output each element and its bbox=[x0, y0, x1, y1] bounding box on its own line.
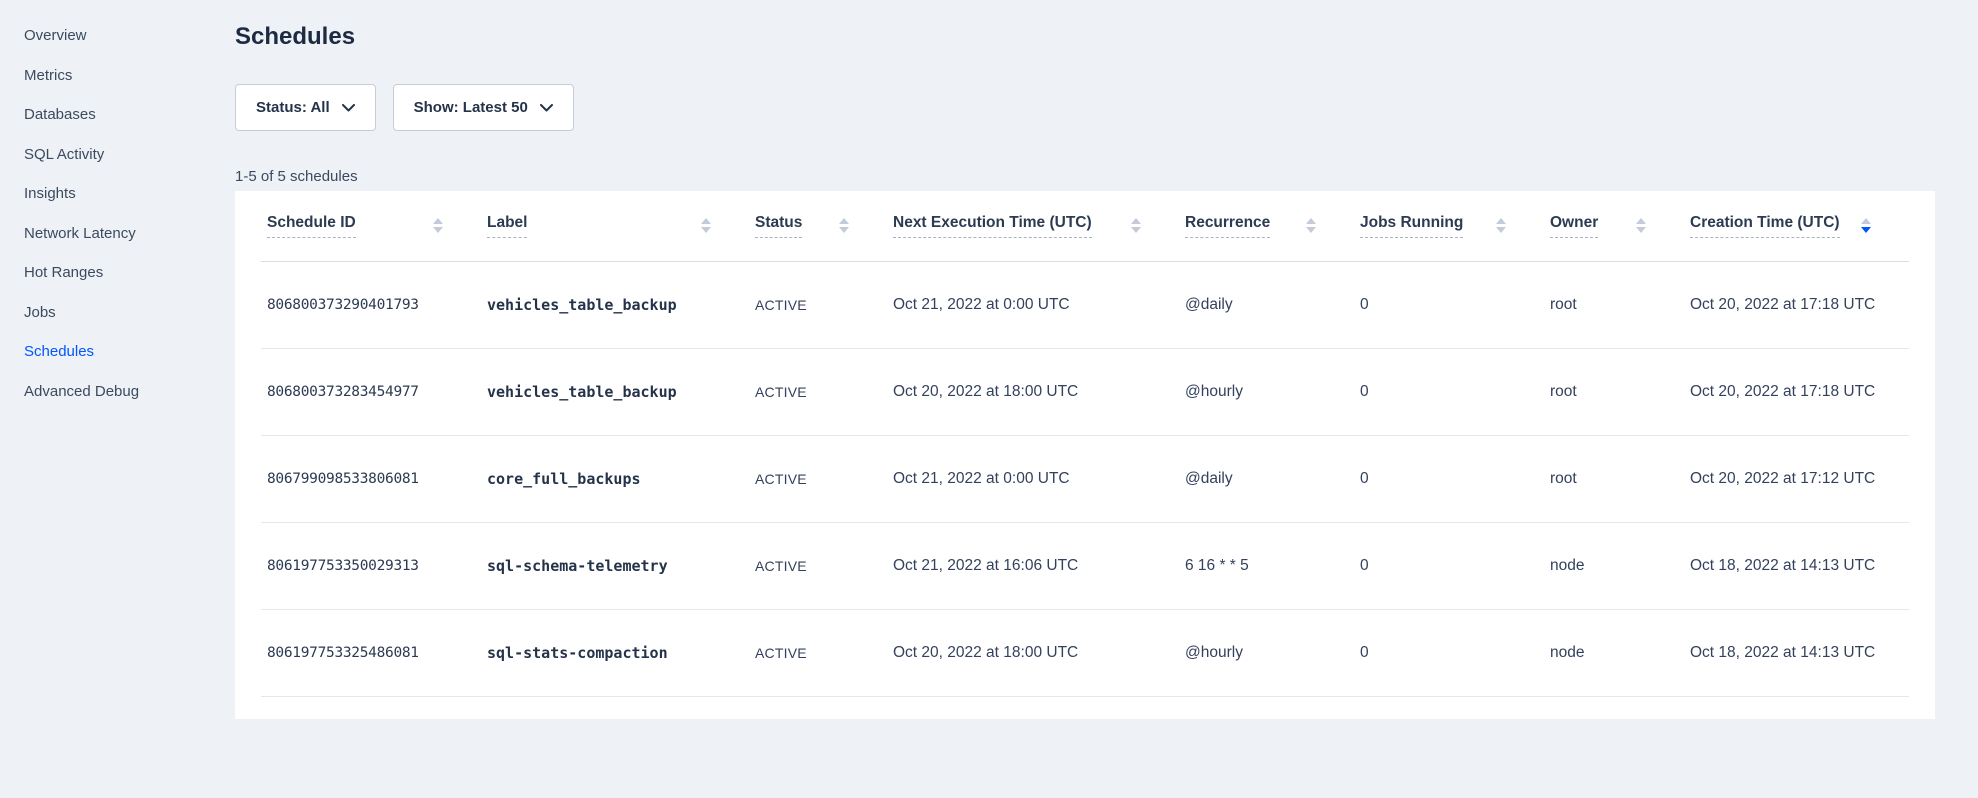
table-row: 806799098533806081core_full_backupsACTIV… bbox=[261, 435, 1909, 522]
cell-jobs_running: 0 bbox=[1354, 522, 1544, 609]
column-label: Owner bbox=[1550, 214, 1598, 238]
column-header-recurrence[interactable]: Recurrence bbox=[1179, 191, 1354, 261]
sort-icon bbox=[1131, 218, 1141, 233]
column-header-owner[interactable]: Owner bbox=[1544, 191, 1684, 261]
cell-jobs_running: 0 bbox=[1354, 348, 1544, 435]
sidebar-item-schedules[interactable]: Schedules bbox=[24, 332, 235, 372]
results-count: 1-5 of 5 schedules bbox=[235, 168, 1935, 185]
sort-icon bbox=[1636, 218, 1646, 233]
table-row: 806197753325486081sql-stats-compactionAC… bbox=[261, 609, 1909, 696]
table-header: Schedule ID Label Status Next Execution Tim… bbox=[261, 191, 1909, 261]
table-body: 806800373290401793vehicles_table_backupA… bbox=[261, 261, 1909, 696]
cell-status: ACTIVE bbox=[749, 261, 887, 348]
sort-icon bbox=[433, 218, 443, 233]
show-filter-dropdown[interactable]: Show: Latest 50 bbox=[393, 84, 574, 131]
sort-icon bbox=[839, 218, 849, 233]
cell-label: sql-schema-telemetry bbox=[481, 522, 749, 609]
cell-label: vehicles_table_backup bbox=[481, 348, 749, 435]
cell-next_execution: Oct 21, 2022 at 0:00 UTC bbox=[887, 261, 1179, 348]
cell-status: ACTIVE bbox=[749, 348, 887, 435]
sidebar-item-overview[interactable]: Overview bbox=[24, 16, 235, 56]
table-row: 806197753350029313sql-schema-telemetryAC… bbox=[261, 522, 1909, 609]
cell-jobs_running: 0 bbox=[1354, 435, 1544, 522]
column-label: Label bbox=[487, 214, 527, 238]
cell-recurrence: @daily bbox=[1179, 261, 1354, 348]
cell-creation_time: Oct 20, 2022 at 17:18 UTC bbox=[1684, 348, 1909, 435]
column-label: Creation Time (UTC) bbox=[1690, 214, 1840, 238]
sort-icon bbox=[1861, 218, 1871, 233]
app-root: OverviewMetricsDatabasesSQL ActivityInsi… bbox=[0, 20, 1978, 719]
cell-status: ACTIVE bbox=[749, 609, 887, 696]
cell-creation_time: Oct 18, 2022 at 14:13 UTC bbox=[1684, 609, 1909, 696]
cell-label: core_full_backups bbox=[481, 435, 749, 522]
column-label: Next Execution Time (UTC) bbox=[893, 214, 1092, 238]
schedules-table: Schedule ID Label Status Next Execution Tim… bbox=[261, 191, 1909, 697]
cell-status: ACTIVE bbox=[749, 522, 887, 609]
cell-next_execution: Oct 21, 2022 at 16:06 UTC bbox=[887, 522, 1179, 609]
table-header-row: Schedule ID Label Status Next Execution Tim… bbox=[261, 191, 1909, 261]
cell-schedule_id: 806800373290401793 bbox=[261, 261, 481, 348]
cell-next_execution: Oct 20, 2022 at 18:00 UTC bbox=[887, 348, 1179, 435]
column-header-label[interactable]: Label bbox=[481, 191, 749, 261]
sort-icon bbox=[701, 218, 711, 233]
filters-bar: Status: All Show: Latest 50 bbox=[235, 84, 1935, 131]
column-header-creation_time[interactable]: Creation Time (UTC) bbox=[1684, 191, 1909, 261]
table-row: 806800373283454977vehicles_table_backupA… bbox=[261, 348, 1909, 435]
cell-jobs_running: 0 bbox=[1354, 609, 1544, 696]
cell-creation_time: Oct 20, 2022 at 17:18 UTC bbox=[1684, 261, 1909, 348]
cell-owner: root bbox=[1544, 348, 1684, 435]
column-label: Jobs Running bbox=[1360, 214, 1463, 238]
sidebar-item-metrics[interactable]: Metrics bbox=[24, 56, 235, 96]
cell-next_execution: Oct 21, 2022 at 0:00 UTC bbox=[887, 435, 1179, 522]
cell-recurrence: @hourly bbox=[1179, 609, 1354, 696]
show-filter-label: Show: Latest 50 bbox=[414, 99, 528, 116]
chevron-down-icon bbox=[540, 104, 553, 112]
cell-creation_time: Oct 20, 2022 at 17:12 UTC bbox=[1684, 435, 1909, 522]
cell-owner: node bbox=[1544, 609, 1684, 696]
status-filter-dropdown[interactable]: Status: All bbox=[235, 84, 376, 131]
cell-status: ACTIVE bbox=[749, 435, 887, 522]
column-header-next_execution[interactable]: Next Execution Time (UTC) bbox=[887, 191, 1179, 261]
main-content: Schedules Status: All Show: Latest 50 1-… bbox=[235, 20, 1935, 719]
sidebar-item-jobs[interactable]: Jobs bbox=[24, 293, 235, 333]
chevron-down-icon bbox=[342, 104, 355, 112]
cell-label: sql-stats-compaction bbox=[481, 609, 749, 696]
sidebar-item-advanced-debug[interactable]: Advanced Debug bbox=[24, 372, 235, 412]
sort-icon bbox=[1496, 218, 1506, 233]
cell-recurrence: 6 16 * * 5 bbox=[1179, 522, 1354, 609]
sort-icon bbox=[1306, 218, 1316, 233]
cell-creation_time: Oct 18, 2022 at 14:13 UTC bbox=[1684, 522, 1909, 609]
schedules-table-card: Schedule ID Label Status Next Execution Tim… bbox=[235, 191, 1935, 719]
sidebar: OverviewMetricsDatabasesSQL ActivityInsi… bbox=[0, 0, 235, 778]
status-filter-label: Status: All bbox=[256, 99, 330, 116]
cell-schedule_id: 806800373283454977 bbox=[261, 348, 481, 435]
sidebar-item-databases[interactable]: Databases bbox=[24, 95, 235, 135]
cell-owner: node bbox=[1544, 522, 1684, 609]
sidebar-item-hot-ranges[interactable]: Hot Ranges bbox=[24, 253, 235, 293]
cell-label: vehicles_table_backup bbox=[481, 261, 749, 348]
column-header-jobs_running[interactable]: Jobs Running bbox=[1354, 191, 1544, 261]
cell-schedule_id: 806197753325486081 bbox=[261, 609, 481, 696]
sidebar-nav-list: OverviewMetricsDatabasesSQL ActivityInsi… bbox=[24, 16, 235, 411]
column-label: Recurrence bbox=[1185, 214, 1270, 238]
cell-schedule_id: 806799098533806081 bbox=[261, 435, 481, 522]
column-header-status[interactable]: Status bbox=[749, 191, 887, 261]
cell-recurrence: @hourly bbox=[1179, 348, 1354, 435]
page-title: Schedules bbox=[235, 20, 1935, 53]
cell-schedule_id: 806197753350029313 bbox=[261, 522, 481, 609]
sidebar-item-insights[interactable]: Insights bbox=[24, 174, 235, 214]
column-label: Schedule ID bbox=[267, 214, 356, 238]
column-label: Status bbox=[755, 214, 802, 238]
sidebar-item-sql-activity[interactable]: SQL Activity bbox=[24, 135, 235, 175]
sidebar-item-network-latency[interactable]: Network Latency bbox=[24, 214, 235, 254]
table-row: 806800373290401793vehicles_table_backupA… bbox=[261, 261, 1909, 348]
cell-owner: root bbox=[1544, 261, 1684, 348]
cell-next_execution: Oct 20, 2022 at 18:00 UTC bbox=[887, 609, 1179, 696]
cell-recurrence: @daily bbox=[1179, 435, 1354, 522]
column-header-schedule_id[interactable]: Schedule ID bbox=[261, 191, 481, 261]
cell-jobs_running: 0 bbox=[1354, 261, 1544, 348]
cell-owner: root bbox=[1544, 435, 1684, 522]
